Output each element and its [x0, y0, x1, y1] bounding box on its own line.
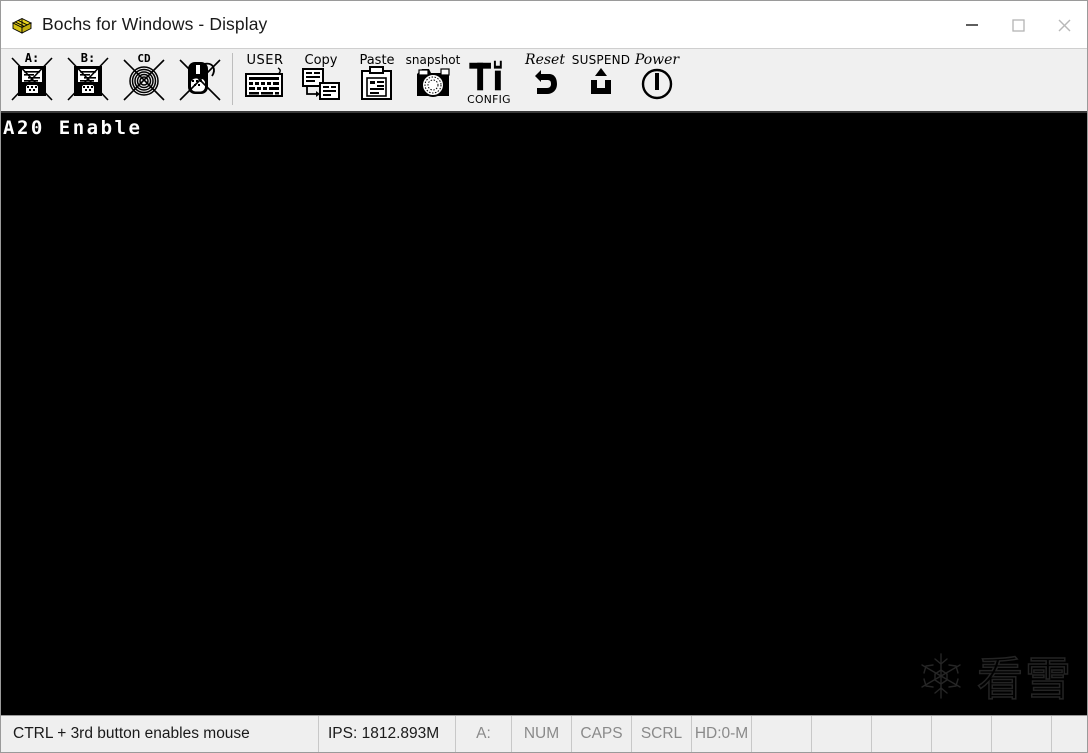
titlebar: Bochs for Windows - Display [1, 1, 1087, 48]
watermark-text: 看雪 [976, 651, 1073, 706]
toolbar-button-user[interactable]: USER [237, 49, 293, 111]
status-led-num: NUM [512, 716, 572, 752]
toolbar-button-cdrom[interactable]: CD [116, 49, 172, 111]
toolbar-button-config[interactable]: CONFIG [461, 49, 517, 111]
window-controls [949, 1, 1087, 48]
toolbar-button-reset[interactable]: Reset [517, 49, 573, 111]
paste-label: Paste [359, 53, 394, 68]
copy-label: Copy [305, 53, 338, 68]
bochs-window: Bochs for Windows - Display A: B: CD USE… [0, 0, 1088, 753]
status-empty-cell [872, 716, 932, 752]
cdrom-label: CD [137, 52, 151, 65]
bochs-box-icon [11, 14, 33, 36]
status-empty-cell [1052, 716, 1087, 752]
status-ips: IPS: 1812.893M [319, 716, 456, 752]
toolbar-button-copy[interactable]: Copy [293, 49, 349, 111]
toolbar-button-power[interactable]: Power [629, 49, 685, 111]
minimize-icon[interactable] [949, 1, 995, 48]
status-led-caps: CAPS [572, 716, 632, 752]
watermark: 看雪 [915, 650, 1073, 707]
maximize-icon[interactable] [995, 1, 1041, 48]
status-empty-cell [932, 716, 992, 752]
status-message: CTRL + 3rd button enables mouse [1, 716, 319, 752]
vga-display[interactable]: A20 Enable 看雪 [1, 113, 1087, 715]
floppy-a-label: A: [25, 51, 39, 65]
status-led-scrl: SCRL [632, 716, 692, 752]
reset-label: Reset [524, 52, 565, 68]
toolbar-button-floppy-a[interactable]: A: [4, 49, 60, 111]
toolbar-button-paste[interactable]: Paste [349, 49, 405, 111]
toolbar-button-snapshot[interactable]: snapshot [405, 49, 461, 111]
config-label: CONFIG [467, 93, 511, 106]
status-empty-cell [752, 716, 812, 752]
close-icon[interactable] [1041, 1, 1087, 48]
status-hd: HD:0-M [692, 716, 752, 752]
toolbar-separator [232, 53, 233, 105]
status-drive-a: A: [456, 716, 512, 752]
floppy-b-label: B: [81, 51, 95, 65]
window-title: Bochs for Windows - Display [42, 14, 268, 34]
toolbar: A: B: CD USER Copy Paste snapshot CONFIG… [1, 48, 1087, 113]
status-empty-cell [812, 716, 872, 752]
suspend-label: SUSPEND [572, 53, 630, 67]
toolbar-button-floppy-b[interactable]: B: [60, 49, 116, 111]
snowflake-icon [915, 650, 967, 707]
user-label: USER [246, 53, 283, 68]
toolbar-button-suspend[interactable]: SUSPEND [572, 49, 630, 111]
statusbar: CTRL + 3rd button enables mouse IPS: 181… [1, 715, 1087, 752]
console-output: A20 Enable [3, 117, 143, 139]
toolbar-button-mouse[interactable] [172, 49, 228, 111]
status-empty-cell [992, 716, 1052, 752]
power-label: Power [634, 52, 681, 68]
snapshot-label: snapshot [406, 53, 461, 67]
